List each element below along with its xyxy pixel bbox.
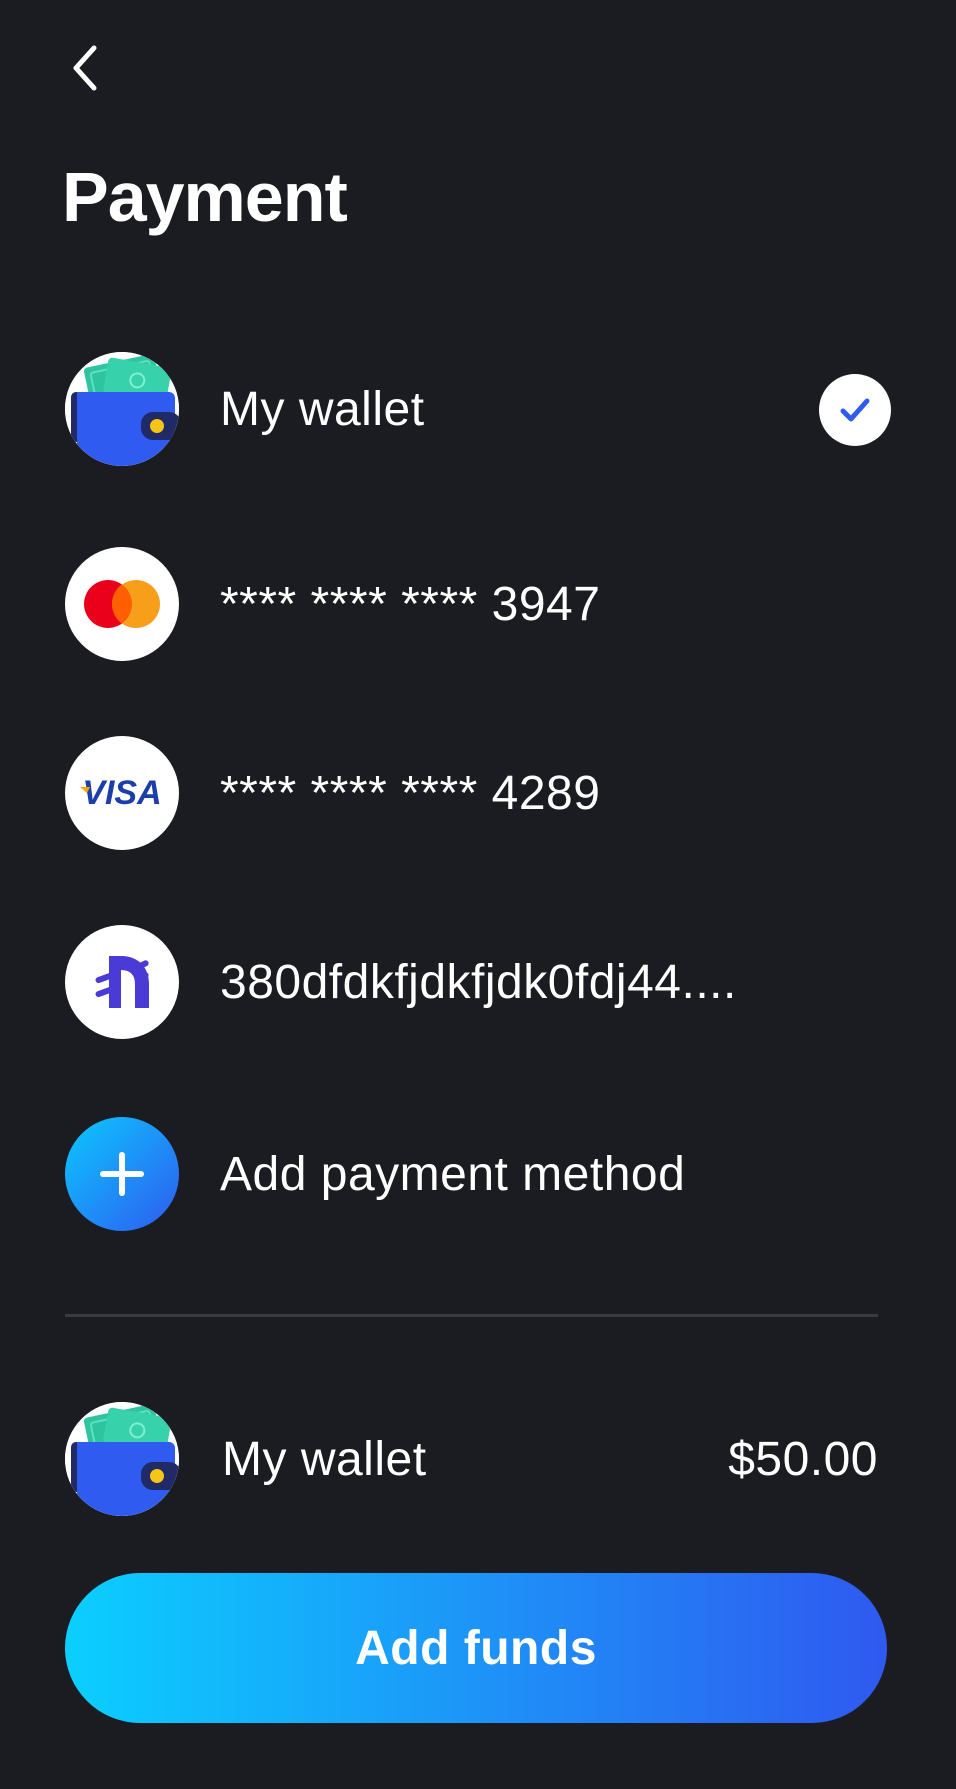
selected-check-icon — [819, 374, 891, 446]
payment-method-crypto[interactable]: 380dfdkfjdkfjdk0fdj44.... — [65, 925, 891, 1039]
wallet-icon — [65, 352, 179, 466]
divider — [65, 1314, 878, 1317]
svg-text:VISA: VISA — [82, 774, 161, 812]
method-label: Add payment method — [220, 1147, 686, 1201]
wallet-balance-row: My wallet $50.00 — [65, 1402, 878, 1516]
payment-method-visa[interactable]: VISA **** **** **** 4289 — [65, 736, 891, 850]
method-label: My wallet — [220, 382, 425, 436]
wallet-icon — [65, 1402, 179, 1516]
mastercard-icon — [65, 547, 179, 661]
add-funds-button[interactable]: Add funds — [65, 1573, 887, 1723]
payment-method-wallet[interactable]: My wallet — [65, 352, 891, 466]
plus-icon — [65, 1117, 179, 1231]
wallet-label: My wallet — [222, 1432, 427, 1486]
crypto-coin-icon — [65, 925, 179, 1039]
method-label: **** **** **** 4289 — [220, 766, 601, 820]
wallet-balance-amount: $50.00 — [728, 1432, 878, 1486]
visa-icon: VISA — [65, 736, 179, 850]
method-label: **** **** **** 3947 — [220, 577, 601, 631]
page-title: Payment — [62, 158, 348, 236]
add-payment-method-button[interactable]: Add payment method — [65, 1117, 891, 1231]
payment-method-mastercard[interactable]: **** **** **** 3947 — [65, 547, 891, 661]
back-button[interactable] — [56, 40, 112, 96]
chevron-left-icon — [73, 45, 97, 91]
method-label: 380dfdkfjdkfjdk0fdj44.... — [220, 955, 737, 1009]
